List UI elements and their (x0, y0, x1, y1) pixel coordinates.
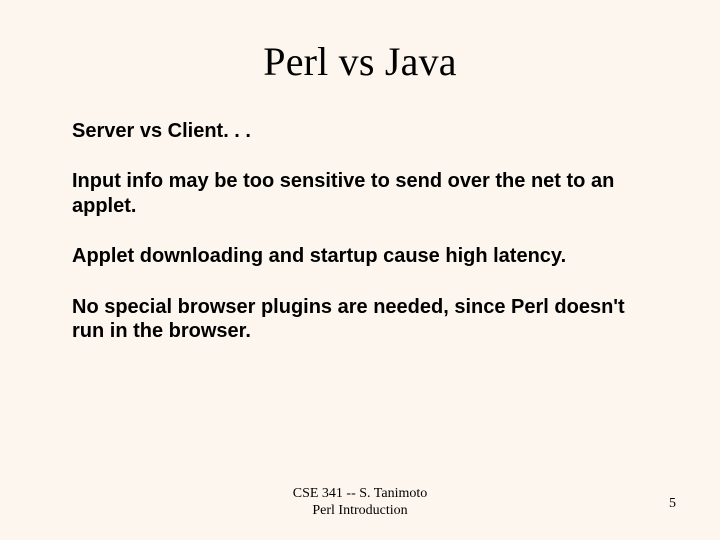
paragraph: Server vs Client. . . (72, 119, 648, 143)
slide-body: Server vs Client. . . Input info may be … (72, 119, 648, 343)
footer-line-1: CSE 341 -- S. Tanimoto (0, 486, 720, 503)
footer-line-2: Perl Introduction (0, 503, 720, 520)
paragraph: Input info may be too sensitive to send … (72, 169, 648, 218)
paragraph: No special browser plugins are needed, s… (72, 295, 648, 344)
paragraph: Applet downloading and startup cause hig… (72, 244, 648, 268)
slide-title: Perl vs Java (72, 38, 648, 85)
page-number: 5 (669, 496, 676, 512)
footer: CSE 341 -- S. Tanimoto Perl Introduction (0, 486, 720, 520)
slide: Perl vs Java Server vs Client. . . Input… (0, 0, 720, 540)
